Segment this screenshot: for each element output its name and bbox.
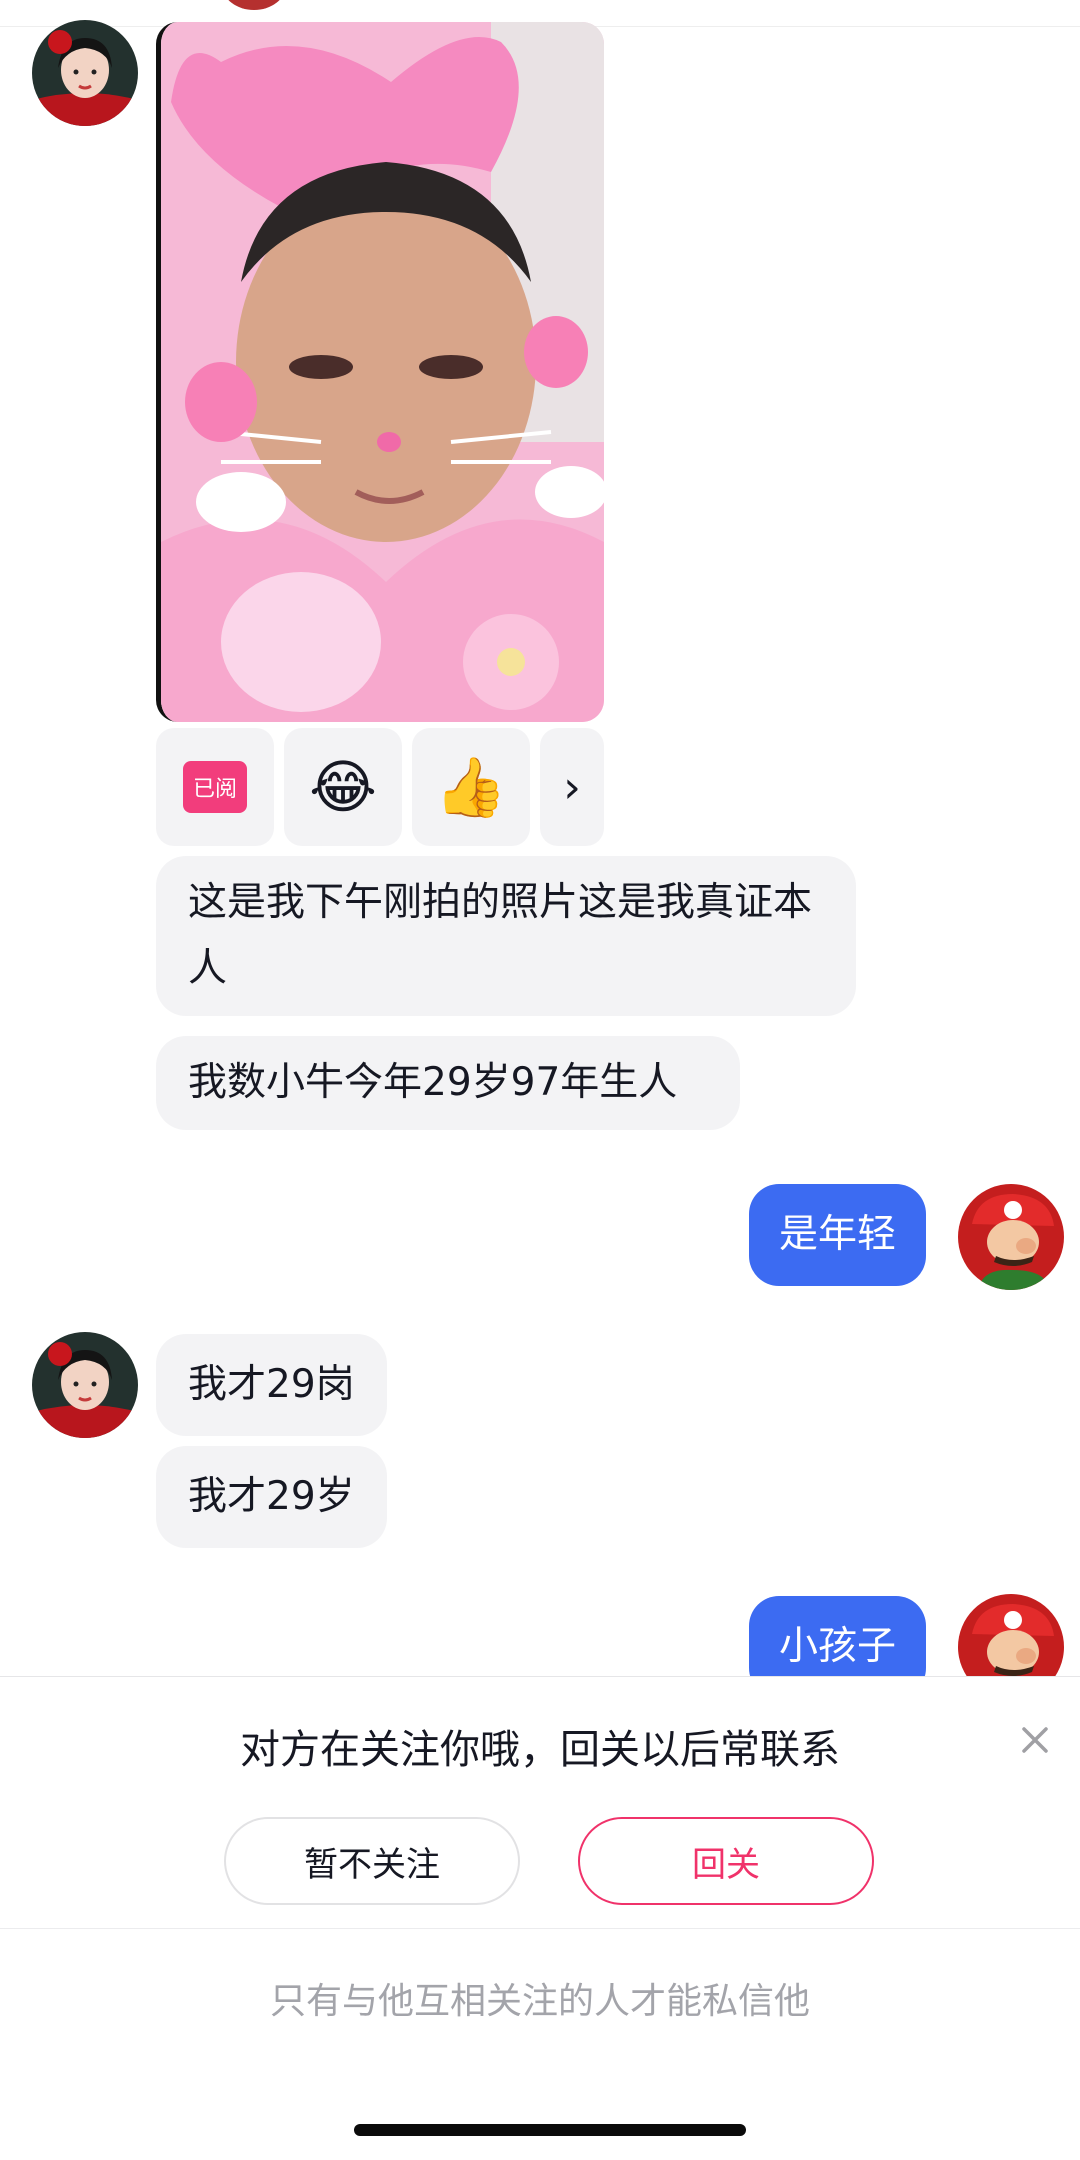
- thumbs-up-reaction-button[interactable]: 👍: [412, 728, 530, 846]
- thumbs-up-emoji-icon: 👍: [434, 752, 508, 821]
- message-bubble-incoming[interactable]: 我数小牛今年29岁97年生人: [156, 1036, 740, 1130]
- message-text: 这是我下午刚拍的照片这是我真证本人: [188, 880, 813, 991]
- sender-avatar[interactable]: [32, 1332, 138, 1438]
- follow-back-button[interactable]: 回关: [578, 1817, 874, 1905]
- message-text: 我才29岗: [188, 1362, 355, 1407]
- home-indicator[interactable]: [354, 2124, 746, 2136]
- divider: [0, 1928, 1080, 1929]
- decline-follow-label: 暂不关注: [304, 1844, 440, 1885]
- message-text: 小孩子: [779, 1624, 897, 1669]
- laugh-emoji-icon: 😂: [309, 753, 377, 821]
- my-avatar[interactable]: [958, 1184, 1064, 1290]
- mutual-follow-notice: 只有与他互相关注的人才能私信他: [269, 1981, 810, 2022]
- decline-follow-button[interactable]: 暂不关注: [224, 1817, 520, 1905]
- laugh-reaction-button[interactable]: 😂: [284, 728, 402, 846]
- more-reactions-button[interactable]: ›: [540, 728, 604, 846]
- message-bubble-incoming[interactable]: 这是我下午刚拍的照片这是我真证本人: [156, 856, 856, 1016]
- follow-prompt-text: 对方在关注你哦，回关以后常联系: [240, 1727, 840, 1773]
- sender-avatar[interactable]: [32, 20, 138, 126]
- chevron-right-icon: ›: [563, 761, 581, 813]
- message-bubble-incoming[interactable]: 我才29岗: [156, 1334, 387, 1436]
- message-text: 我数小牛今年29岁97年生人: [188, 1060, 678, 1105]
- message-bubble-incoming[interactable]: 我才29岁: [156, 1446, 387, 1548]
- message-bubble-outgoing[interactable]: 是年轻: [749, 1184, 927, 1286]
- follow-back-label: 回关: [692, 1844, 760, 1885]
- photo-message[interactable]: [156, 22, 604, 722]
- close-icon[interactable]: [1016, 1721, 1054, 1759]
- follow-back-panel: 对方在关注你哦，回关以后常联系 暂不关注 回关: [0, 1676, 1080, 1929]
- read-badge: 已阅: [183, 761, 247, 813]
- read-reaction-button[interactable]: 已阅: [156, 728, 274, 846]
- message-text: 我才29岁: [188, 1474, 355, 1519]
- message-text: 是年轻: [779, 1212, 897, 1257]
